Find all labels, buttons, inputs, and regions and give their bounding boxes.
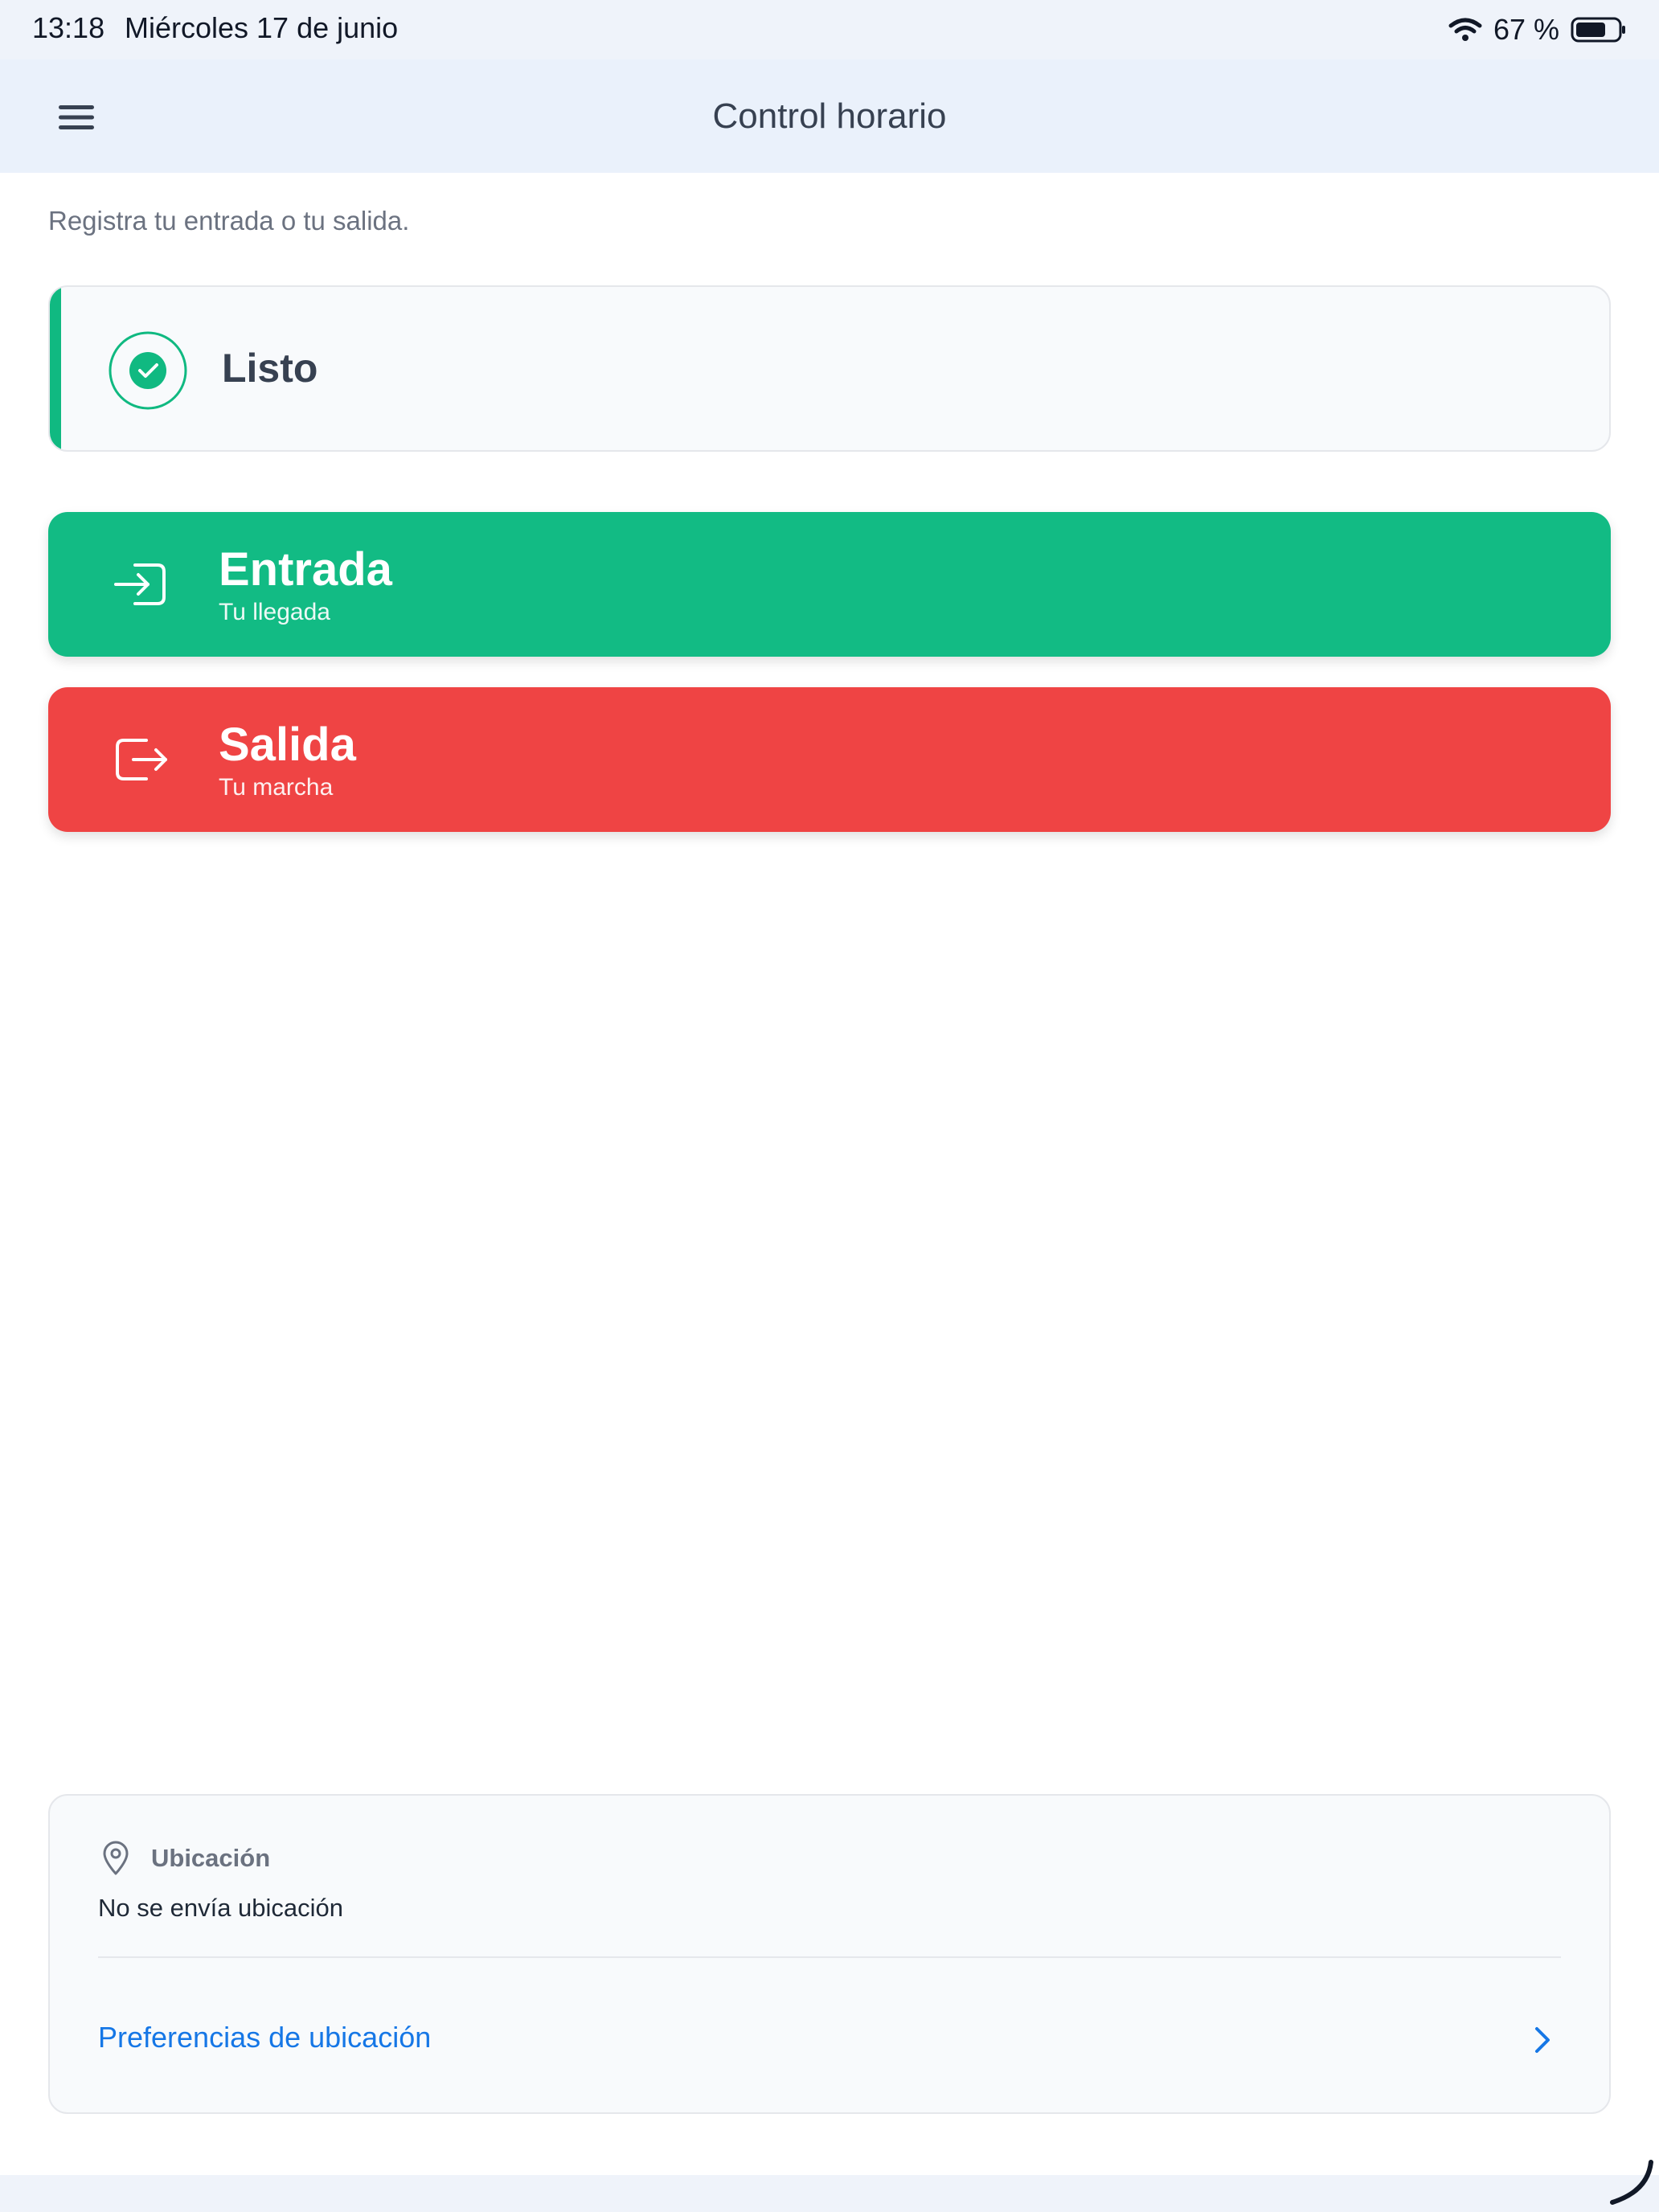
battery-icon <box>1571 17 1625 43</box>
status-card: Listo <box>48 285 1611 452</box>
entrada-title: Entrada <box>219 543 392 596</box>
salida-subtitle: Tu marcha <box>219 774 334 801</box>
bottom-bar <box>0 2175 1659 2212</box>
chevron-right-icon <box>1535 2027 1550 2053</box>
page-title: Control horario <box>712 96 947 136</box>
status-indicators: 67 % <box>1448 10 1627 50</box>
resize-handle-icon <box>1610 2160 1653 2205</box>
status-accent-bar <box>50 287 61 450</box>
nav-bar: Control horario <box>0 59 1659 173</box>
location-heading: Ubicación <box>151 1844 271 1872</box>
wifi-icon <box>1448 18 1482 41</box>
location-preferences-label: Preferencias de ubicación <box>98 2021 432 2054</box>
battery-percent: 67 % <box>1493 13 1559 46</box>
entrada-button[interactable]: Entrada Tu llegada <box>48 512 1611 657</box>
sign-in-icon <box>114 563 166 605</box>
location-value: No se envía ubicación <box>98 1894 344 1922</box>
check-circle-icon <box>109 331 187 410</box>
status-time: 13:18 <box>32 11 105 44</box>
salida-title: Salida <box>219 719 356 771</box>
status-date: Miércoles 17 de junio <box>125 11 399 44</box>
divider <box>98 1956 1561 1958</box>
status-label: Listo <box>222 346 318 391</box>
salida-button[interactable]: Salida Tu marcha <box>48 687 1611 832</box>
entrada-subtitle: Tu llegada <box>219 599 330 625</box>
map-pin-icon <box>103 1841 129 1875</box>
sign-out-icon <box>116 739 167 780</box>
location-card: Ubicación No se envía ubicación Preferen… <box>48 1794 1611 2114</box>
status-bar: 13:18 Miércoles 17 de junio 67 % <box>0 0 1659 59</box>
page-subtitle: Registra tu entrada o tu salida. <box>48 206 410 236</box>
location-preferences-link[interactable]: Preferencias de ubicación <box>98 2013 1561 2069</box>
